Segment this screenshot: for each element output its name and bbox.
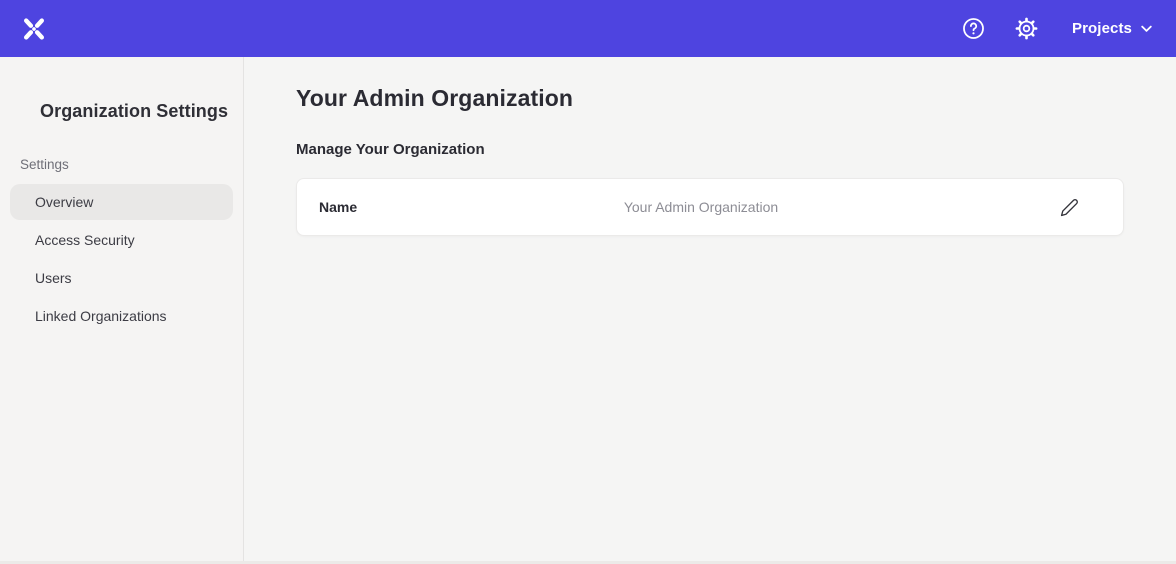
sidebar-title: Organization Settings (40, 101, 233, 122)
settings-button[interactable] (1013, 15, 1040, 42)
main-content: Your Admin Organization Manage Your Orga… (244, 57, 1176, 564)
gear-icon (1015, 17, 1038, 40)
topbar: Projects (0, 0, 1176, 57)
sidebar-nav: Overview Access Security Users Linked Or… (10, 184, 233, 335)
sidebar-section-label: Settings (20, 157, 233, 172)
sidebar-item-access-security[interactable]: Access Security (10, 221, 233, 259)
name-value: Your Admin Organization (449, 199, 953, 215)
projects-menu-button[interactable]: Projects (1072, 20, 1152, 37)
help-button[interactable] (960, 15, 987, 42)
section-title: Manage Your Organization (296, 141, 1124, 159)
pencil-icon (1060, 198, 1079, 217)
sidebar-item-linked-organizations[interactable]: Linked Organizations (10, 297, 233, 335)
org-name-row: Name Your Admin Organization (296, 178, 1124, 236)
page-title: Your Admin Organization (296, 84, 1124, 112)
name-row-actions (953, 193, 1083, 221)
content-shell: Organization Settings Settings Overview … (0, 57, 1176, 564)
projects-label: Projects (1072, 20, 1132, 37)
help-circle-icon (962, 17, 985, 40)
name-label: Name (319, 199, 449, 215)
sidebar: Organization Settings Settings Overview … (0, 57, 244, 564)
brand-x-logo[interactable] (20, 15, 48, 43)
sidebar-item-overview[interactable]: Overview (10, 184, 233, 220)
topbar-actions: Projects (960, 15, 1152, 42)
app-root: Projects Organization Settings Settings … (0, 0, 1176, 564)
chevron-down-icon (1141, 25, 1152, 33)
sidebar-item-users[interactable]: Users (10, 259, 233, 297)
x-logo-icon (20, 15, 48, 43)
edit-name-button[interactable] (1055, 193, 1083, 221)
